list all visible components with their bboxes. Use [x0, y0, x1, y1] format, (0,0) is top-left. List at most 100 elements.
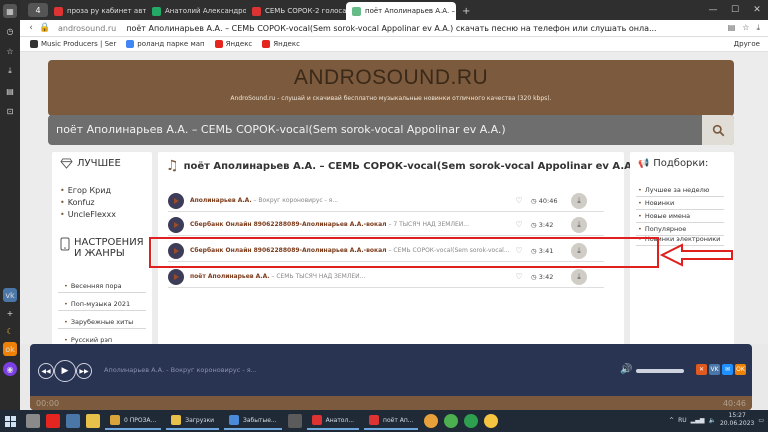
close-window-icon[interactable]: ✕	[746, 0, 768, 20]
genre-link[interactable]: Поп-музыка 2021	[58, 300, 146, 311]
tab-active-poet[interactable]: поёт Аполинарьев А.А. – С ✕	[346, 2, 456, 20]
play-icon[interactable]	[168, 192, 184, 209]
collection-link[interactable]: Новые имена	[636, 212, 724, 223]
back-icon[interactable]: ‹	[24, 23, 38, 33]
track-title[interactable]: поёт Аполинарьев А.А. – СЕМЬ ТЫСЯЧ НАД З…	[190, 273, 515, 280]
sidebar-alice-icon[interactable]: ◉	[3, 362, 17, 376]
app-icon[interactable]	[66, 414, 80, 428]
tab-proza[interactable]: проза ру кабинет автора	[48, 2, 146, 20]
sidebar-bookmarks-icon[interactable]: ⊡	[3, 104, 17, 118]
bookmark-yandex-1[interactable]: Яндекс	[214, 40, 252, 48]
lock-icon[interactable]: 🔒	[38, 23, 52, 33]
taskbar-item-downloads[interactable]: Загрузки	[166, 412, 219, 430]
bookmark-other-folder[interactable]: Другое	[734, 40, 760, 48]
volume-slider[interactable]	[636, 369, 684, 373]
chrome-icon[interactable]	[444, 414, 459, 428]
app-icon[interactable]	[484, 414, 499, 428]
tray-network-icon[interactable]: ▂▄▆	[691, 417, 705, 424]
task-view-icon[interactable]	[26, 414, 40, 428]
heart-icon[interactable]: ♡	[515, 272, 523, 281]
track-title[interactable]: Аполинарьев А.А. – Вокруг короновирус - …	[190, 197, 515, 204]
track-row[interactable]: поёт Аполинарьев А.А. – СЕМЬ ТЫСЯЧ НАД З…	[168, 266, 604, 288]
sidebar-vk-icon[interactable]: vk	[3, 288, 17, 302]
bookmark-music-producers[interactable]: Music Producers | Ser	[30, 40, 116, 48]
reader-icon[interactable]: ▤	[728, 23, 736, 33]
artist-link[interactable]: Егор Крид	[60, 186, 111, 195]
tray-volume-icon[interactable]: 🔈	[708, 417, 715, 424]
track-row[interactable]: Аполинарьев А.А. – Вокруг короновирус - …	[168, 190, 604, 212]
track-row[interactable]: Сбербанк Онлайн 89062288089-Аполинарьев …	[168, 214, 604, 236]
collection-link[interactable]: Лучшее за неделю	[636, 186, 724, 197]
play-pause-button[interactable]: ▶	[54, 360, 76, 382]
maximize-icon[interactable]: ☐	[724, 0, 746, 20]
music-note-icon: ♫	[166, 158, 179, 174]
genre-link[interactable]: Весенняя пора	[58, 282, 146, 293]
sidebar-notes-icon[interactable]: ▤	[3, 84, 17, 98]
folder-icon[interactable]	[86, 414, 100, 428]
download-icon[interactable]: ⤓	[571, 192, 587, 209]
play-icon[interactable]	[168, 216, 184, 233]
taskbar-item-anatoly[interactable]: Анатол...	[306, 412, 360, 430]
sidebar-collections-icon[interactable]: ☆	[3, 44, 17, 58]
tray-clock[interactable]: 15:27 20.06.2023	[720, 412, 754, 428]
sidebar-downloads-icon[interactable]: ⤓	[3, 64, 17, 78]
track-artist: Аполинарьев А.А.	[190, 197, 252, 204]
volume-icon[interactable]: 🔊	[620, 364, 632, 375]
address-page-title[interactable]: поёт Аполинарьев А.А. – СЕМЬ СОРОК-vocal…	[126, 24, 686, 33]
sidebar-ok-icon[interactable]: ok	[3, 342, 17, 356]
tray-chevron-icon[interactable]: ^	[669, 417, 674, 424]
share-ok-icon[interactable]: OK	[735, 364, 746, 375]
start-button[interactable]	[0, 410, 20, 432]
search-button[interactable]	[702, 115, 734, 145]
download-manager-icon[interactable]	[464, 414, 479, 428]
address-domain[interactable]: androsound.ru	[58, 24, 116, 33]
bookmark-yandex-2[interactable]: Яндекс	[262, 40, 300, 48]
page-heading: ♫ поёт Аполинарьев А.А. – СЕМЬ СОРОК-voc…	[166, 158, 640, 174]
share-mail-icon[interactable]: ✉	[722, 364, 733, 375]
notifications-icon[interactable]: ▭	[758, 417, 764, 424]
yandex-icon[interactable]	[46, 414, 60, 428]
tab-sem-sorok[interactable]: СЕМЬ СОРОК-2 голоса ап	[246, 2, 346, 20]
new-tab-button[interactable]: +	[456, 2, 472, 20]
taskbar-item-poet[interactable]: поёт Ап...	[364, 412, 419, 430]
app-icon[interactable]	[424, 414, 439, 428]
play-icon[interactable]	[168, 268, 184, 285]
tray-lang[interactable]: RU	[678, 417, 687, 424]
previous-track-icon[interactable]: ◀◀	[38, 363, 54, 379]
app-icon[interactable]	[287, 414, 302, 428]
site-logo[interactable]: ANDROSOUND.RU	[48, 66, 734, 90]
collection-link[interactable]: Новинки	[636, 199, 724, 210]
sidebar-history-icon[interactable]: ◷	[3, 24, 17, 38]
search-input[interactable]: поёт Аполинарьев А.А. – СЕМЬ СОРОК-vocal…	[56, 123, 506, 136]
sidebar-apps-icon[interactable]: ▦	[3, 4, 17, 18]
taskbar-item-proza[interactable]: 0 ПРОЗА...	[105, 412, 162, 430]
heart-icon[interactable]: ♡	[515, 220, 523, 229]
download-icon[interactable]: ⤓	[756, 23, 760, 33]
download-icon[interactable]: ⤓	[571, 216, 587, 233]
sidebar-moon-icon[interactable]: ☾	[3, 324, 17, 338]
time-current: 00:00	[36, 399, 60, 408]
artist-link[interactable]: UncleFlexxx	[60, 210, 116, 219]
share-yandex-icon[interactable]: ✕	[696, 364, 707, 375]
genre-link[interactable]: Зарубежные хиты	[58, 318, 146, 329]
taskbar-item-forgotten[interactable]: Забытые...	[224, 412, 282, 430]
tab-count-badge[interactable]: 4	[28, 3, 48, 17]
bookmark-roland[interactable]: роланд парке мап	[126, 40, 205, 48]
tab-anatoly[interactable]: Анатолий Александрович	[146, 2, 246, 20]
tab-favicon-icon	[252, 6, 261, 16]
genre-link[interactable]: Русский рэп	[58, 336, 146, 344]
share-vk-icon[interactable]: VK	[709, 364, 720, 375]
minimize-icon[interactable]: —	[702, 0, 724, 20]
tab-favicon-icon	[352, 6, 361, 16]
track-title[interactable]: Сбербанк Онлайн 89062288089-Аполинарьев …	[190, 221, 515, 228]
track-artist: поёт Аполинарьев А.А.	[190, 273, 270, 280]
bookmark-favicon-icon	[126, 40, 135, 48]
heart-icon[interactable]: ♡	[515, 196, 523, 205]
download-icon[interactable]: ⤓	[571, 268, 587, 285]
progress-bar[interactable]	[30, 396, 752, 410]
next-track-icon[interactable]: ▶▶	[76, 363, 92, 379]
taskbar-item-label: 0 ПРОЗА...	[124, 416, 157, 424]
bookmark-icon[interactable]: ☆	[742, 23, 749, 33]
sidebar-plus-icon[interactable]: +	[3, 306, 17, 320]
artist-link[interactable]: Konfuz	[60, 198, 95, 207]
